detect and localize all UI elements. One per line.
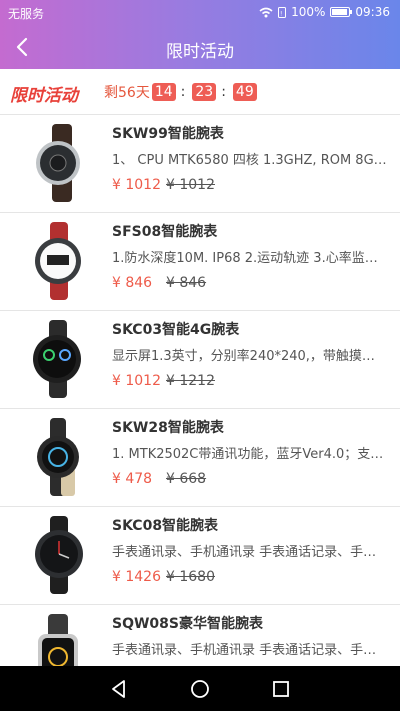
header-background: 无服务 ! 100% 09:36 限时活动 <box>0 0 400 69</box>
clock: 09:36 <box>355 5 390 19</box>
product-image <box>16 612 98 666</box>
product-name: SKW99智能腕表 <box>112 126 224 142</box>
square-recent-icon[interactable] <box>269 677 293 701</box>
product-desc: 显示屏1.3英寸，分别率240*240,，带触摸… <box>112 349 375 364</box>
product-price: ¥ 478 <box>112 471 153 487</box>
product-image <box>16 514 98 596</box>
status-bar: 无服务 ! 100% 09:36 <box>0 0 400 26</box>
countdown-days: 剩56天 <box>104 85 150 101</box>
product-original-price: ¥ 1680 <box>166 569 215 585</box>
product-item[interactable]: SFS08智能腕表 1.防水深度10M. IP68 2.运动轨迹 3.心率监… … <box>0 213 400 311</box>
product-desc: 1、 CPU MTK6580 四核 1.3GHZ, ROM 8G… <box>112 153 387 168</box>
product-desc: 1.防水深度10M. IP68 2.运动轨迹 3.心率监… <box>112 251 378 266</box>
product-price: ¥ 1012 <box>112 373 161 389</box>
product-desc: 手表通讯录、手机通讯录 手表通话记录、手… <box>112 545 377 560</box>
wifi-icon <box>259 7 273 17</box>
countdown-separator: : <box>180 84 186 100</box>
product-price: ¥ 846 <box>112 275 153 291</box>
product-item[interactable]: SQW08S豪华智能腕表 手表通讯录、手机通讯录 手表通话记录、手… <box>0 605 400 666</box>
product-name: SQW08S豪华智能腕表 <box>112 616 263 632</box>
circle-home-icon[interactable] <box>188 677 212 701</box>
page-title: 限时活动 <box>166 42 234 62</box>
triangle-back-icon[interactable] <box>107 677 131 701</box>
sim-icon: ! <box>278 6 287 18</box>
flash-sale-bar: 限时活动 剩56天 14 : 23 : 49 <box>0 76 400 108</box>
flash-sale-logo: 限时活动 <box>10 86 78 106</box>
countdown-hours: 14 <box>151 83 176 101</box>
product-item[interactable]: SKC03智能4G腕表 显示屏1.3英寸，分别率240*240,，带触摸… ¥ … <box>0 311 400 409</box>
product-name: SFS08智能腕表 <box>112 224 218 240</box>
svg-text:!: ! <box>280 10 282 17</box>
countdown-separator: : <box>221 84 226 100</box>
product-image <box>16 318 98 400</box>
header-bar: 限时活动 <box>0 26 400 69</box>
battery-percent: 100% <box>291 5 326 19</box>
product-list[interactable]: SKW99智能腕表 1、 CPU MTK6580 四核 1.3GHZ, ROM … <box>0 114 400 666</box>
product-original-price: ¥ 1212 <box>166 373 215 389</box>
product-item[interactable]: SKW28智能腕表 1. MTK2502C带通讯功能，蓝牙Ver4.0；支… ¥… <box>0 409 400 507</box>
product-desc: 1. MTK2502C带通讯功能，蓝牙Ver4.0；支… <box>112 447 384 462</box>
product-name: SKW28智能腕表 <box>112 420 224 436</box>
product-name: SKC03智能4G腕表 <box>112 322 240 338</box>
countdown-minutes: 23 <box>192 83 217 101</box>
product-image <box>16 220 98 302</box>
product-item[interactable]: SKC08智能腕表 手表通讯录、手机通讯录 手表通话记录、手… ¥ 1426 ¥… <box>0 507 400 605</box>
product-image <box>16 122 98 204</box>
countdown-seconds: 49 <box>232 83 257 101</box>
battery-icon <box>330 7 353 17</box>
product-item[interactable]: SKW99智能腕表 1、 CPU MTK6580 四核 1.3GHZ, ROM … <box>0 115 400 213</box>
product-price: ¥ 1012 <box>112 177 161 193</box>
status-right: ! 100% 09:36 <box>259 5 390 19</box>
product-original-price: ¥ 668 <box>166 471 207 487</box>
product-original-price: ¥ 1012 <box>166 177 215 193</box>
countdown: 剩56天 14 : 23 : 49 <box>104 82 257 102</box>
product-desc: 手表通讯录、手机通讯录 手表通话记录、手… <box>112 643 377 658</box>
product-price: ¥ 1426 <box>112 569 161 585</box>
system-nav-bar <box>0 666 400 711</box>
carrier-text: 无服务 <box>8 7 45 21</box>
product-image <box>16 416 98 498</box>
product-original-price: ¥ 846 <box>166 275 207 291</box>
product-name: SKC08智能腕表 <box>112 518 219 534</box>
